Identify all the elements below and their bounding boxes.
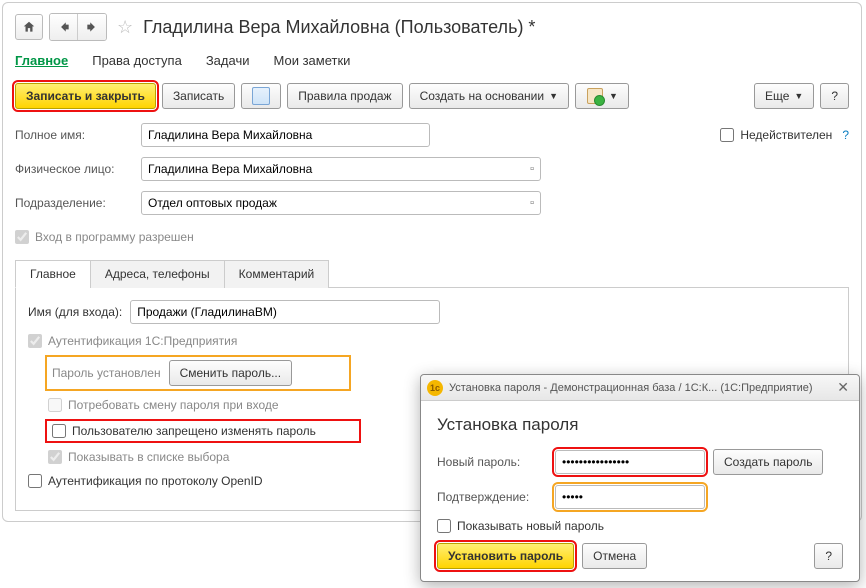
auth-1c-checkbox[interactable]: Аутентификация 1С:Предприятия [28,334,237,348]
pwd-status-label: Пароль установлен [52,366,161,380]
confirm-password-input[interactable] [555,485,705,509]
set-password-dialog: 1c Установка пароля - Демонстрационная б… [420,374,860,582]
fullname-input[interactable] [141,123,430,147]
login-label: Имя (для входа): [28,305,122,319]
inactive-help-link[interactable]: ? [842,128,849,142]
chevron-down-icon: ▼ [609,91,618,101]
save-button[interactable]: Записать [162,83,235,109]
dialog-body: Установка пароля Новый пароль: Создать п… [421,401,859,581]
tab-notes[interactable]: Мои заметки [273,53,350,68]
new-password-input[interactable] [555,450,705,474]
open-ref-icon[interactable]: ▫ [526,163,534,175]
toolbar: Записать и закрыть Записать Правила прод… [15,83,849,109]
new-password-label: Новый пароль: [437,455,547,469]
login-allowed-checkbox[interactable]: Вход в программу разрешен [15,230,194,244]
create-on-basis-button[interactable]: Создать на основании▼ [409,83,569,109]
person-label: Физическое лицо: [15,162,133,176]
arrow-left-icon [57,20,71,34]
require-change-checkbox[interactable]: Потребовать смену пароля при входе [48,398,279,412]
sales-rules-button[interactable]: Правила продаж [287,83,402,109]
dialog-close-button[interactable]: ✕ [833,379,853,396]
page-title: Гладилина Вера Михайловна (Пользователь)… [143,17,535,38]
favorite-icon[interactable]: ☆ [113,17,137,38]
dept-label: Подразделение: [15,196,133,210]
inactive-checkbox[interactable]: Недействителен ? [720,128,849,142]
inner-tab-main[interactable]: Главное [15,260,91,288]
change-password-button[interactable]: Сменить пароль... [169,360,293,386]
chevron-down-icon: ▼ [549,91,558,101]
tab-tasks[interactable]: Задачи [206,53,250,68]
section-tabs: Главное Права доступа Задачи Мои заметки [15,49,849,73]
home-icon [22,20,36,34]
help-button[interactable]: ? [820,83,849,109]
document-button[interactable] [241,83,281,109]
open-ref-icon[interactable]: ▫ [526,197,534,209]
inner-tab-addresses[interactable]: Адреса, телефоны [90,260,225,288]
titlebar: ☆ Гладилина Вера Михайловна (Пользовател… [15,13,849,41]
forward-button[interactable] [78,14,106,40]
login-input[interactable] [130,300,440,324]
save-close-button[interactable]: Записать и закрыть [15,83,156,109]
dept-input[interactable]: ▫ [141,191,541,215]
generate-password-button[interactable]: Создать пароль [713,449,823,475]
cancel-button[interactable]: Отмена [582,543,647,569]
arrow-right-icon [85,20,99,34]
nav-group [49,13,107,41]
inner-tab-comment[interactable]: Комментарий [224,260,330,288]
forbid-change-checkbox[interactable]: Пользователю запрещено изменять пароль [52,424,316,438]
back-button[interactable] [50,14,78,40]
create-on-icon [586,87,604,105]
dialog-heading: Установка пароля [437,415,843,435]
show-in-select-checkbox[interactable]: Показывать в списке выбора [48,450,229,464]
confirm-password-label: Подтверждение: [437,490,547,504]
tab-main[interactable]: Главное [15,53,68,68]
more-button[interactable]: Еще▼ [754,83,814,109]
show-password-checkbox[interactable]: Показывать новый пароль [437,519,604,533]
auth-openid-checkbox[interactable]: Аутентификация по протоколу OpenID [28,474,263,488]
create-on-icon-button[interactable]: ▼ [575,83,629,109]
app-1c-icon: 1c [427,380,443,396]
chevron-down-icon: ▼ [794,91,803,101]
dialog-help-button[interactable]: ? [814,543,843,569]
set-password-button[interactable]: Установить пароль [437,543,574,569]
fullname-label: Полное имя: [15,128,133,142]
dialog-title: Установка пароля - Демонстрационная база… [449,382,833,394]
person-input[interactable]: ▫ [141,157,541,181]
dialog-titlebar: 1c Установка пароля - Демонстрационная б… [421,375,859,401]
inner-tabs: Главное Адреса, телефоны Комментарий [15,259,849,288]
home-button[interactable] [15,14,43,40]
document-icon [252,87,270,105]
tab-access[interactable]: Права доступа [92,53,182,68]
